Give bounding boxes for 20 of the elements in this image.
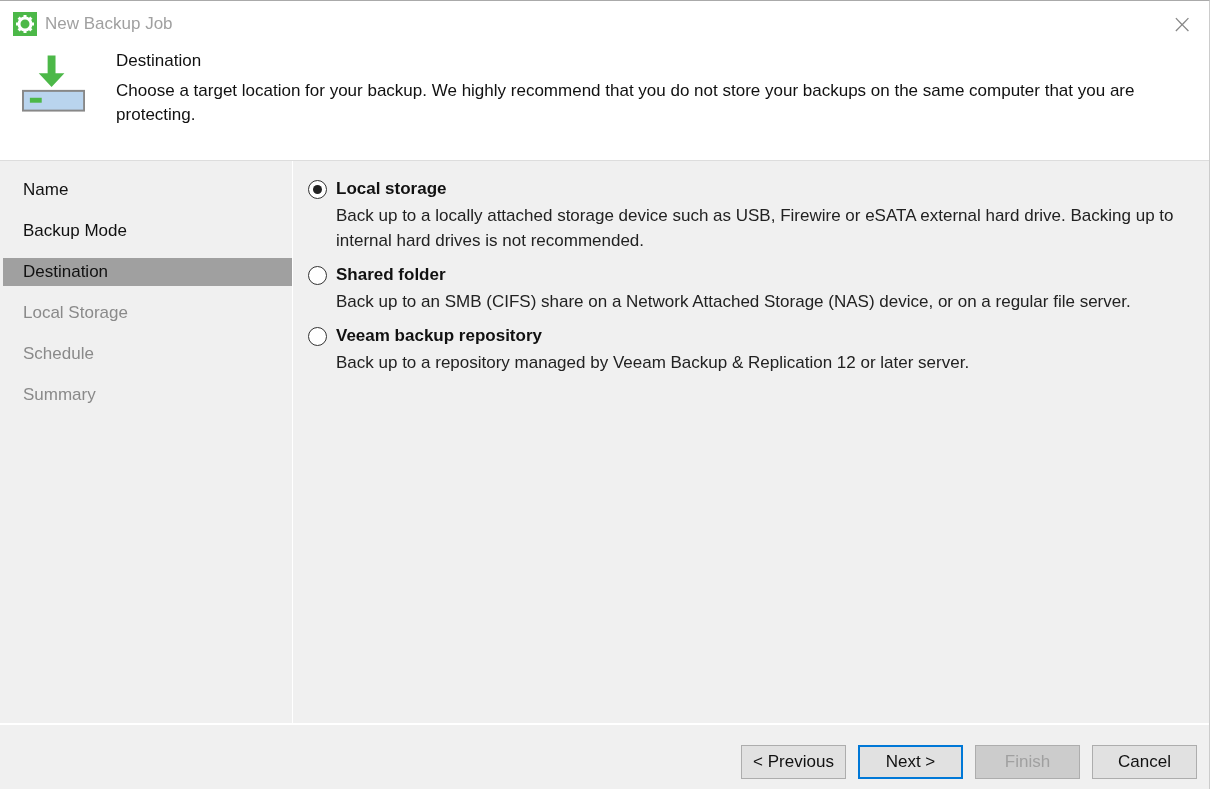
radio-button[interactable] bbox=[308, 179, 327, 199]
option-description: Back up to an SMB (CIFS) share on a Network Attached Storage (NAS) device, or on a regular file server. bbox=[335, 291, 1132, 313]
wizard-button[interactable]: Cancel bbox=[1092, 745, 1197, 779]
wizard-step[interactable]: Destination bbox=[3, 258, 292, 286]
radio-button[interactable] bbox=[308, 265, 327, 285]
option-label[interactable]: Veeam backup repository bbox=[336, 326, 542, 346]
wizard-step[interactable]: Name bbox=[3, 176, 292, 204]
wizard-step[interactable]: Backup Mode bbox=[3, 217, 292, 245]
radio-button[interactable] bbox=[308, 326, 327, 346]
gear-icon bbox=[13, 12, 37, 36]
option-description: Back up to a repository managed by Veeam Backup & Replication 12 or later server. bbox=[335, 352, 971, 374]
option-label[interactable]: Local storage bbox=[336, 179, 447, 199]
option-label[interactable]: Shared folder bbox=[336, 265, 446, 285]
close-button[interactable]: × bbox=[1167, 11, 1197, 37]
option-description: Back up to a locally attached storage device such as USB, Firewire or eSATA external hard drive. Backing up to internal hard drives is not recommended. bbox=[335, 205, 1175, 252]
window-title: New Backup Job bbox=[45, 14, 174, 34]
page-description: Choose a target location for your backup. We highly recommend that you do not store your backups on the same computer that you are protecting. bbox=[116, 80, 1136, 126]
wizard-button[interactable]: Next > bbox=[858, 745, 963, 779]
wizard-button[interactable]: < Previous bbox=[741, 745, 846, 779]
page-title: Destination bbox=[116, 51, 203, 71]
